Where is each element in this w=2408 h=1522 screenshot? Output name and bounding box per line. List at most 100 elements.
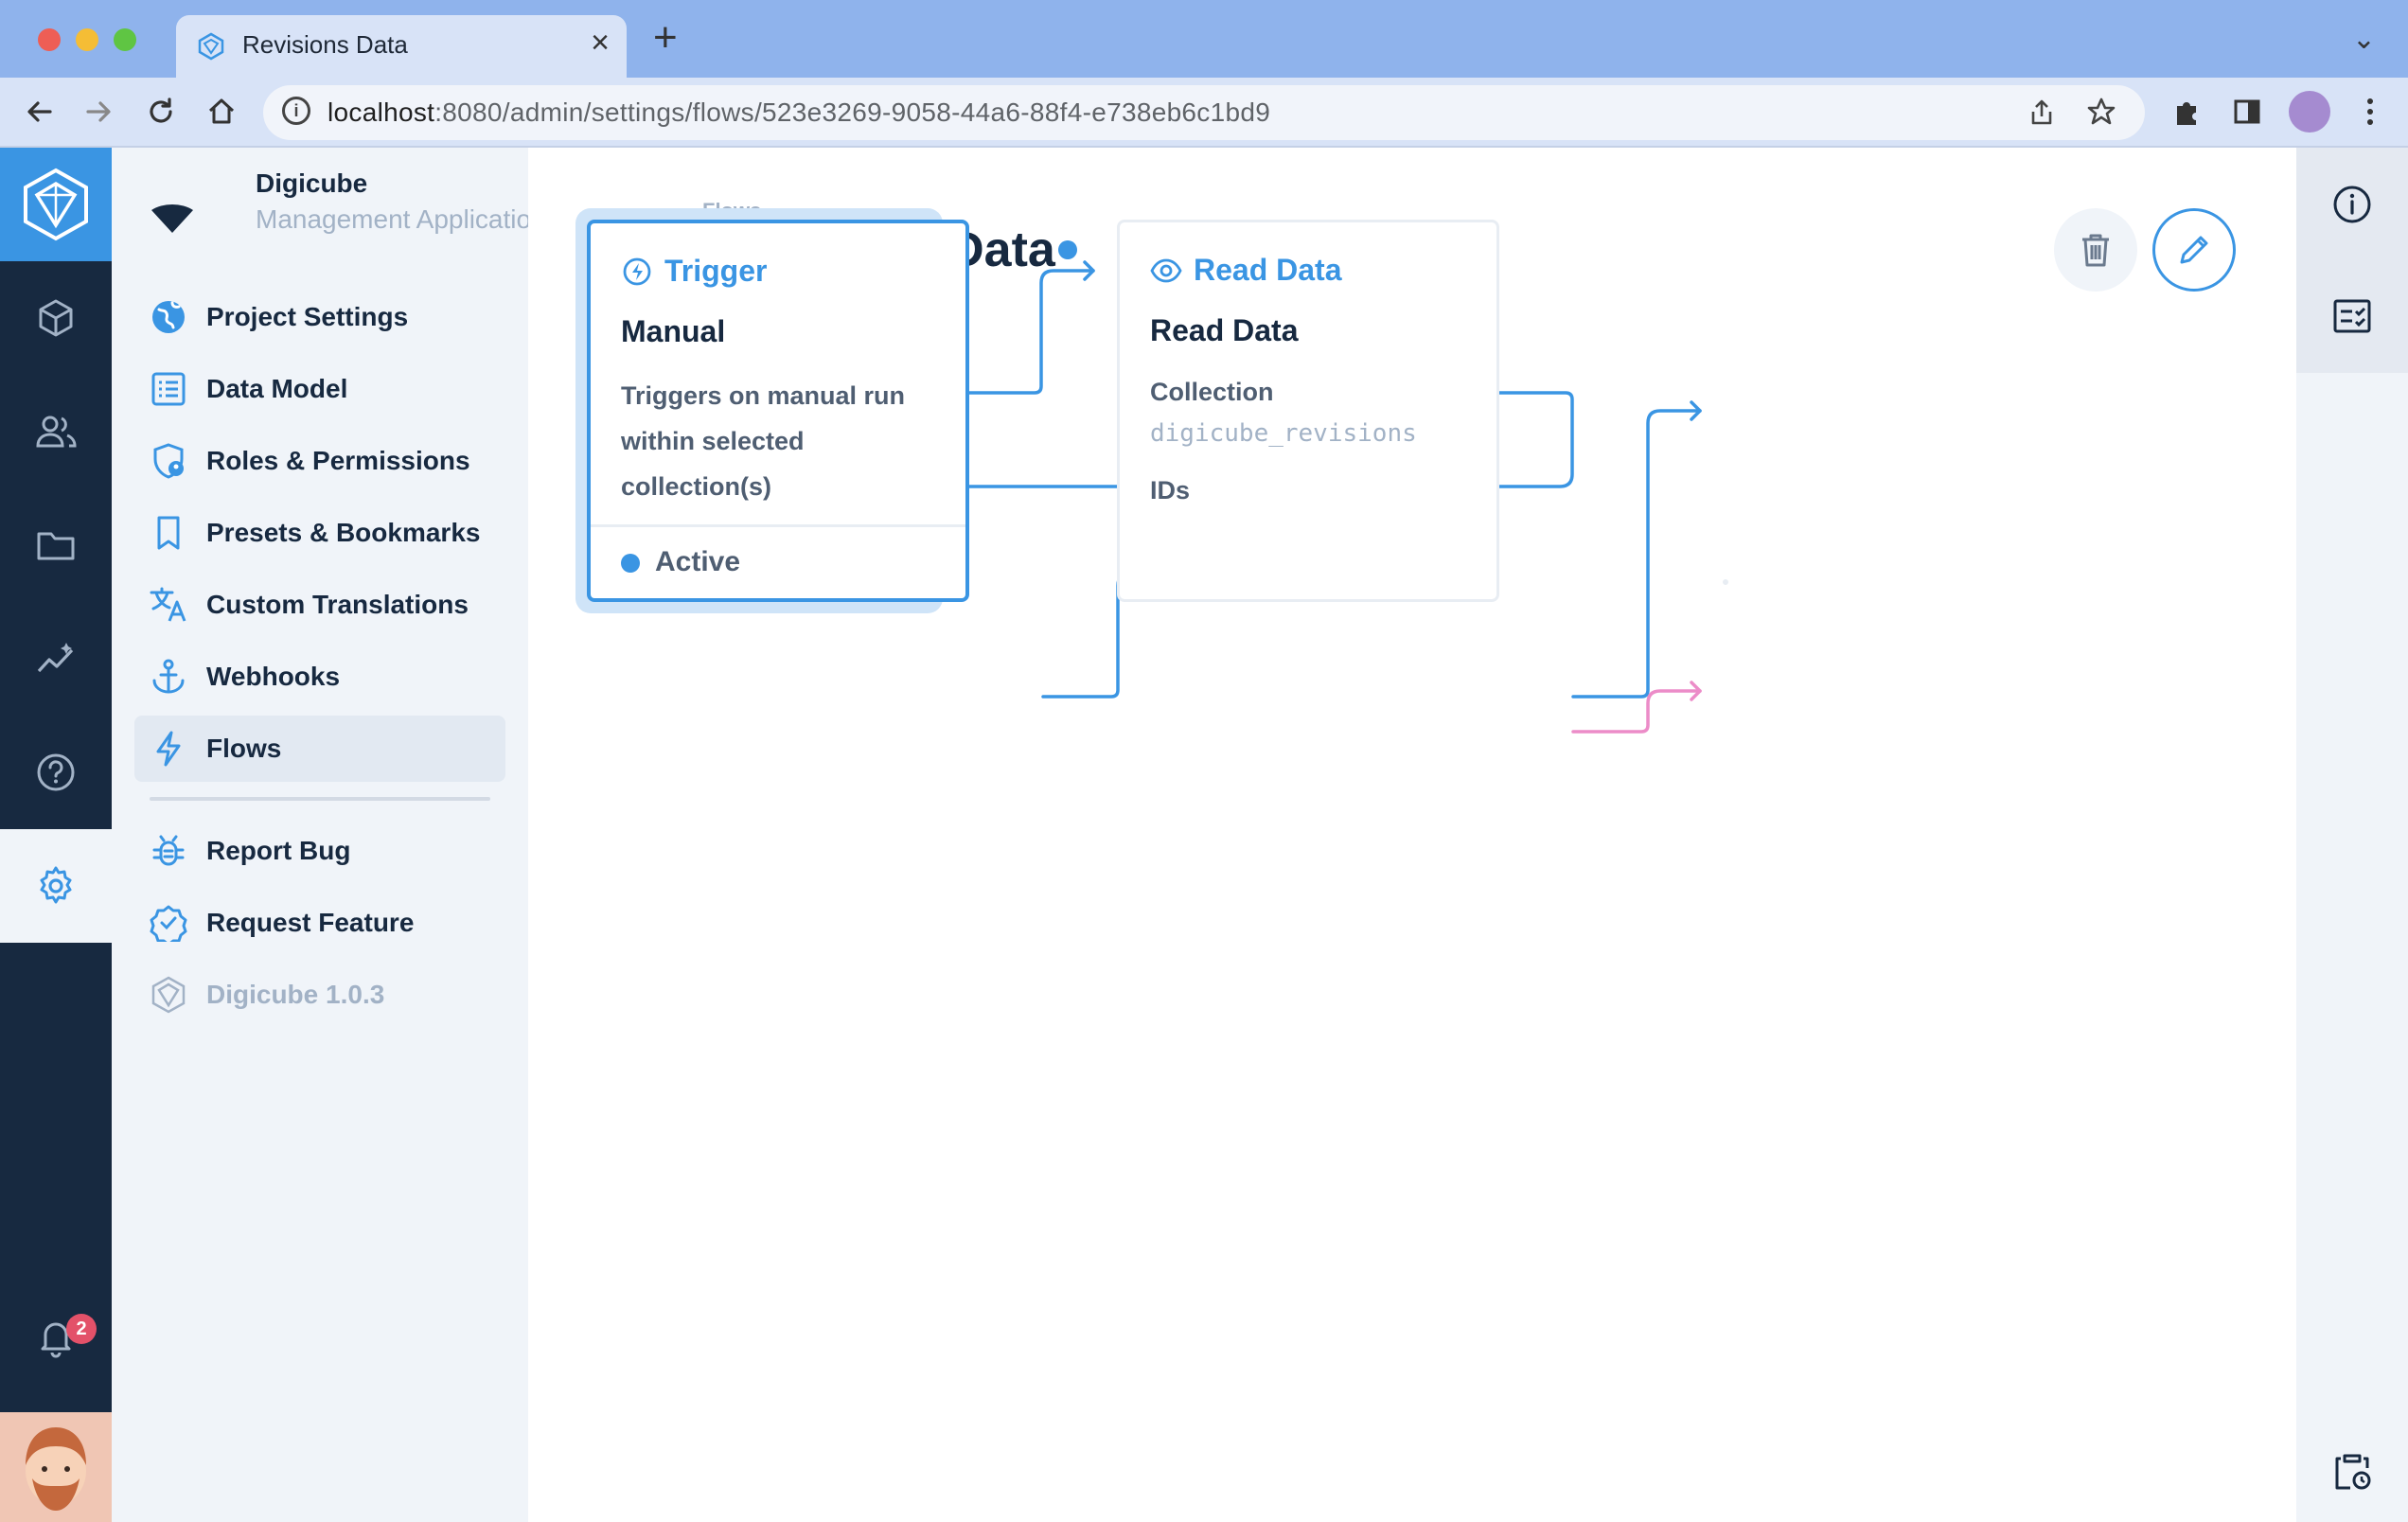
bug-icon — [148, 830, 189, 872]
folder-icon — [37, 532, 75, 560]
op-header: Read Data — [1150, 253, 1342, 288]
shield-user-icon — [148, 440, 189, 482]
nav-item-label: Report Bug — [206, 836, 351, 865]
nav-item-report-bug[interactable]: Report Bug — [134, 818, 505, 884]
op-name: Read Data — [1150, 313, 1299, 347]
nav-item-flows[interactable]: Flows — [134, 716, 505, 782]
rail-files-button[interactable] — [0, 488, 112, 602]
sidebar-right — [2296, 148, 2408, 1522]
rail-settings-button[interactable] — [0, 829, 112, 943]
address-bar[interactable]: i localhost:8080/admin/settings/flows/52… — [263, 85, 2145, 140]
favicon-icon — [198, 32, 224, 61]
browser-tabstrip: Revisions Data × + ⌄ — [0, 0, 2408, 78]
users-icon — [36, 416, 77, 448]
rail-notifications-button[interactable] — [0, 1280, 112, 1393]
star-icon[interactable] — [2086, 97, 2116, 127]
list-icon — [148, 368, 189, 410]
bolt-circle-icon — [621, 256, 653, 288]
nav-item-data-model[interactable]: Data Model — [134, 356, 505, 422]
op-field-value: digicube_revisions — [1150, 419, 1417, 448]
link-trigger-to-read — [965, 269, 1095, 395]
checklist-icon — [2333, 299, 2371, 333]
op-type: Read Data — [1194, 253, 1342, 287]
verified-icon — [148, 902, 189, 944]
kebab-menu-icon[interactable] — [2351, 93, 2389, 131]
settings-navigation: Digicube Management Application Project … — [112, 148, 546, 1522]
logo-icon — [24, 168, 88, 241]
nav-item-label: Data Model — [206, 374, 348, 403]
op-field-label: Collection — [1150, 378, 1274, 406]
rail-content-button[interactable] — [0, 261, 112, 375]
nav-item-request-feature[interactable]: Request Feature — [134, 890, 505, 956]
nav-item-custom-translations[interactable]: Custom Translations — [134, 572, 505, 638]
reload-icon[interactable] — [142, 93, 180, 131]
anchor-icon — [148, 656, 189, 698]
nav-item-webhooks[interactable]: Webhooks — [134, 644, 505, 710]
nav-item-version[interactable]: Digicube 1.0.3 — [134, 962, 505, 1028]
rail-help-button[interactable] — [0, 716, 112, 829]
browser-toolbar: i localhost:8080/admin/settings/flows/52… — [0, 78, 2408, 148]
window-minimize-button[interactable] — [76, 28, 98, 51]
active-dot — [621, 554, 640, 573]
placeholder — [1723, 579, 1728, 585]
home-icon[interactable] — [203, 93, 240, 131]
nav-item-label: Custom Translations — [206, 590, 469, 619]
link-condition-to-trigger-flow — [1571, 409, 1702, 699]
translate-icon — [148, 584, 189, 626]
operation-read-data[interactable]: Read Data Read Data Collection digicube_… — [1117, 220, 1499, 602]
rail-insights-button[interactable] — [0, 602, 112, 716]
op-status: Active — [655, 546, 741, 577]
tab-search-chevron-icon[interactable]: ⌄ — [2352, 23, 2376, 56]
info-sidebar-button[interactable] — [2296, 148, 2408, 261]
nav-item-label: Roles & Permissions — [206, 446, 470, 475]
window-zoom-button[interactable] — [114, 28, 136, 51]
version-label: Digicube 1.0.3 — [206, 980, 385, 1009]
globe-icon — [148, 296, 189, 338]
extensions-icon[interactable] — [2168, 93, 2205, 131]
clipboard-sidebar-button[interactable] — [2296, 1414, 2408, 1522]
op-header: Trigger — [621, 254, 767, 289]
insights-icon — [37, 643, 74, 673]
avatar-illustration-icon — [26, 1427, 86, 1511]
eye-icon — [1150, 255, 1182, 287]
browser-tab-active[interactable]: Revisions Data × — [176, 15, 627, 78]
forward-arrow-icon[interactable] — [80, 93, 117, 131]
op-name: Manual — [621, 314, 726, 348]
op-field-label: IDs — [1150, 476, 1191, 504]
op-footer: Active — [591, 524, 965, 598]
bolt-icon — [148, 728, 189, 770]
nav-item-presets-bookmarks[interactable]: Presets & Bookmarks — [134, 500, 505, 566]
project-subtitle: Management Application — [256, 204, 546, 234]
share-icon[interactable] — [2027, 98, 2056, 127]
user-avatar[interactable] — [0, 1412, 112, 1522]
sidepanel-icon[interactable] — [2228, 93, 2266, 131]
bookmark-icon — [148, 512, 189, 554]
nav-item-label: Presets & Bookmarks — [206, 518, 481, 547]
logs-sidebar-button[interactable] — [2296, 259, 2408, 373]
tab-close-icon[interactable]: × — [591, 25, 610, 62]
module-rail: 2 — [0, 148, 112, 1522]
new-tab-icon[interactable]: + — [653, 17, 678, 59]
app-logo[interactable] — [0, 148, 112, 261]
operation-trigger[interactable]: Trigger Manual Triggers on manual run wi… — [587, 220, 969, 602]
nav-item-roles-permissions[interactable]: Roles & Permissions — [134, 428, 505, 494]
nav-item-label: Project Settings — [206, 302, 409, 331]
nav-item-label: Request Feature — [206, 908, 415, 937]
window-close-button[interactable] — [38, 28, 61, 51]
flow-canvas: Trigger Manual Triggers on manual run wi… — [528, 148, 2296, 1522]
site-info-icon[interactable]: i — [282, 97, 310, 125]
project-logo-icon — [151, 204, 193, 233]
nav-divider — [150, 797, 490, 801]
op-type: Trigger — [664, 254, 768, 288]
back-arrow-icon[interactable] — [21, 93, 59, 131]
tab-title: Revisions Data — [242, 30, 408, 59]
nav-item-project-settings[interactable]: Project Settings — [134, 284, 505, 350]
cube-icon — [39, 299, 73, 337]
op-description: Triggers on manual run within selected c… — [621, 381, 906, 501]
help-icon — [37, 753, 75, 791]
nav-item-label: Webhooks — [206, 662, 341, 691]
clipboard-clock-icon — [2335, 1454, 2371, 1490]
profile-icon[interactable] — [2289, 91, 2330, 133]
rail-users-button[interactable] — [0, 375, 112, 488]
notification-badge: 2 — [66, 1314, 97, 1344]
